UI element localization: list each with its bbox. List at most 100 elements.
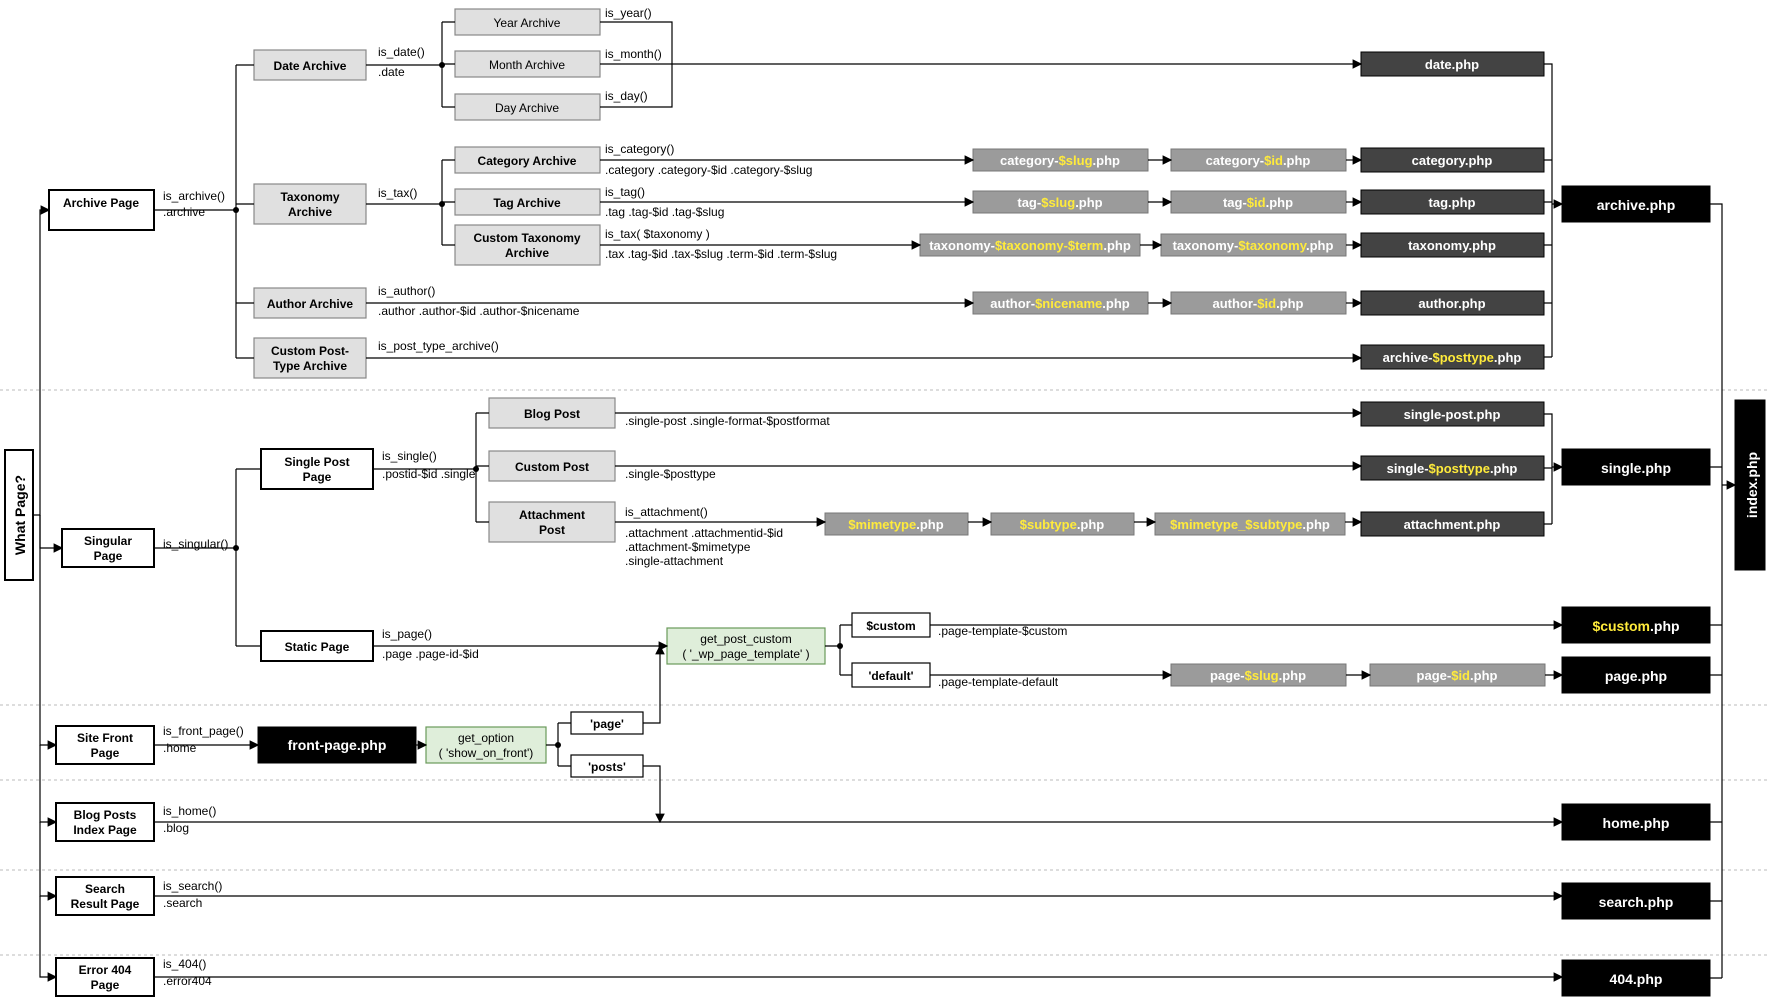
- svg-text:Archive: Archive: [288, 205, 332, 219]
- svg-text:Post: Post: [539, 523, 565, 537]
- svg-text:page-$id.php: page-$id.php: [1417, 668, 1498, 683]
- svg-text:category.php: category.php: [1412, 153, 1493, 168]
- svg-text:Page: Page: [303, 470, 332, 484]
- svg-text:Blog Posts: Blog Posts: [74, 808, 137, 822]
- svg-text:$mimetype_$subtype.php: $mimetype_$subtype.php: [1170, 517, 1330, 532]
- svg-text:is_post_type_archive(): is_post_type_archive(): [378, 339, 499, 353]
- svg-text:category-$id.php: category-$id.php: [1206, 153, 1311, 168]
- svg-text:Single Post: Single Post: [284, 455, 349, 469]
- svg-text:Custom Taxonomy: Custom Taxonomy: [473, 231, 580, 245]
- svg-text:page-$slug.php: page-$slug.php: [1210, 668, 1306, 683]
- root-node: What Page?: [12, 475, 28, 555]
- svg-text:.page-template-default: .page-template-default: [938, 675, 1059, 689]
- svg-text:is_day(): is_day(): [605, 89, 648, 103]
- svg-text:is_tax( $taxonomy ): is_tax( $taxonomy ): [605, 227, 710, 241]
- svg-text:404.php: 404.php: [1610, 971, 1663, 987]
- svg-text:Index Page: Index Page: [73, 823, 137, 837]
- svg-text:( '_wp_page_template' ): ( '_wp_page_template' ): [682, 647, 809, 661]
- svg-text:Page: Page: [91, 978, 120, 992]
- svg-text:Error 404: Error 404: [79, 963, 132, 977]
- svg-text:page.php: page.php: [1605, 668, 1667, 684]
- svg-text:attachment.php: attachment.php: [1404, 517, 1501, 532]
- svg-text:taxonomy-$taxonomy-$term.php: taxonomy-$taxonomy-$term.php: [929, 238, 1131, 253]
- svg-text:.page-template-$custom: .page-template-$custom: [938, 624, 1067, 638]
- svg-text:get_option: get_option: [458, 731, 514, 745]
- svg-text:Attachment: Attachment: [519, 508, 585, 522]
- svg-text:$mimetype.php: $mimetype.php: [848, 517, 943, 532]
- svg-text:Custom Post-: Custom Post-: [271, 344, 349, 358]
- svg-text:tag.php: tag.php: [1429, 195, 1476, 210]
- svg-text:is_tag(): is_tag(): [605, 185, 645, 199]
- svg-text:.attachment .attachmentid-$id: .attachment .attachmentid-$id: [625, 526, 783, 540]
- svg-text:home.php: home.php: [1603, 815, 1670, 831]
- svg-text:is_home(): is_home(): [163, 804, 216, 818]
- svg-text:Page: Page: [94, 549, 123, 563]
- svg-text:Custom Post: Custom Post: [515, 460, 589, 474]
- svg-text:.blog: .blog: [163, 821, 189, 835]
- svg-text:taxonomy.php: taxonomy.php: [1408, 238, 1496, 253]
- svg-text:is_date(): is_date(): [378, 45, 425, 59]
- svg-text:.author .author-$id .author-$n: .author .author-$id .author-$nicename: [378, 304, 580, 318]
- svg-text:Type Archive: Type Archive: [273, 359, 347, 373]
- svg-text:author-$id.php: author-$id.php: [1212, 296, 1303, 311]
- svg-text:front-page.php: front-page.php: [288, 737, 387, 753]
- svg-text:.single-$posttype: .single-$posttype: [625, 467, 716, 481]
- svg-text:.category .category-$id .categ: .category .category-$id .category-$slug: [605, 163, 812, 177]
- svg-text:Month Archive: Month Archive: [489, 58, 565, 72]
- svg-text:Archive: Archive: [505, 246, 549, 260]
- svg-text:author.php: author.php: [1418, 296, 1485, 311]
- svg-text:'default': 'default': [868, 669, 913, 683]
- svg-text:( 'show_on_front'): ( 'show_on_front'): [439, 746, 534, 760]
- svg-text:Site Front: Site Front: [77, 731, 133, 745]
- svg-text:author-$nicename.php: author-$nicename.php: [990, 296, 1129, 311]
- svg-text:.page .page-id-$id: .page .page-id-$id: [382, 647, 479, 661]
- svg-text:is_search(): is_search(): [163, 879, 222, 893]
- svg-text:category-$slug.php: category-$slug.php: [1000, 153, 1120, 168]
- svg-text:Archive Page: Archive Page: [63, 196, 139, 210]
- svg-text:$custom.php: $custom.php: [1592, 618, 1679, 634]
- svg-text:is_attachment(): is_attachment(): [625, 505, 708, 519]
- svg-text:is_404(): is_404(): [163, 957, 206, 971]
- svg-text:.tax .tag-$id .tax-$slug .term: .tax .tag-$id .tax-$slug .term-$id .term…: [605, 247, 837, 261]
- svg-text:is_page(): is_page(): [382, 627, 432, 641]
- svg-text:$subtype.php: $subtype.php: [1020, 517, 1105, 532]
- svg-text:is_author(): is_author(): [378, 284, 435, 298]
- svg-text:Blog Post: Blog Post: [524, 407, 580, 421]
- svg-text:is_front_page(): is_front_page(): [163, 724, 244, 738]
- svg-text:.single-attachment: .single-attachment: [625, 554, 724, 568]
- svg-text:is_month(): is_month(): [605, 47, 662, 61]
- svg-text:tag-$id.php: tag-$id.php: [1223, 195, 1293, 210]
- svg-text:Search: Search: [85, 882, 125, 896]
- template-hierarchy-diagram: What Page? Archive Page is_archive() .ar…: [0, 0, 1769, 998]
- svg-text:Taxonomy: Taxonomy: [280, 190, 339, 204]
- svg-text:Result Page: Result Page: [71, 897, 140, 911]
- svg-text:archive-$posttype.php: archive-$posttype.php: [1383, 350, 1522, 365]
- svg-text:date.php: date.php: [1425, 57, 1479, 72]
- svg-text:.archive: .archive: [163, 205, 205, 219]
- svg-text:Static Page: Static Page: [285, 640, 350, 654]
- svg-text:is_year(): is_year(): [605, 6, 652, 20]
- svg-text:is_single(): is_single(): [382, 449, 437, 463]
- svg-text:is_singular(): is_singular(): [163, 537, 228, 551]
- svg-text:.error404: .error404: [163, 974, 212, 988]
- svg-text:get_post_custom: get_post_custom: [700, 632, 791, 646]
- svg-text:Date Archive: Date Archive: [274, 59, 347, 73]
- svg-text:single-post.php: single-post.php: [1404, 407, 1501, 422]
- svg-text:'posts': 'posts': [588, 760, 626, 774]
- svg-text:.home: .home: [163, 741, 197, 755]
- svg-text:.attachment-$mimetype: .attachment-$mimetype: [625, 540, 751, 554]
- svg-text:is_archive(): is_archive(): [163, 189, 225, 203]
- svg-text:Year Archive: Year Archive: [494, 16, 561, 30]
- svg-text:taxonomy-$taxonomy.php: taxonomy-$taxonomy.php: [1173, 238, 1334, 253]
- svg-text:'page': 'page': [590, 717, 624, 731]
- svg-text:search.php: search.php: [1599, 894, 1674, 910]
- svg-text:archive.php: archive.php: [1597, 197, 1676, 213]
- svg-text:single.php: single.php: [1601, 460, 1671, 476]
- svg-text:Day Archive: Day Archive: [495, 101, 559, 115]
- svg-text:Page: Page: [91, 746, 120, 760]
- svg-text:Tag Archive: Tag Archive: [493, 196, 561, 210]
- svg-text:Category Archive: Category Archive: [478, 154, 577, 168]
- svg-text:index.php: index.php: [1744, 452, 1760, 518]
- svg-text:tag-$slug.php: tag-$slug.php: [1017, 195, 1102, 210]
- svg-text:.search: .search: [163, 896, 202, 910]
